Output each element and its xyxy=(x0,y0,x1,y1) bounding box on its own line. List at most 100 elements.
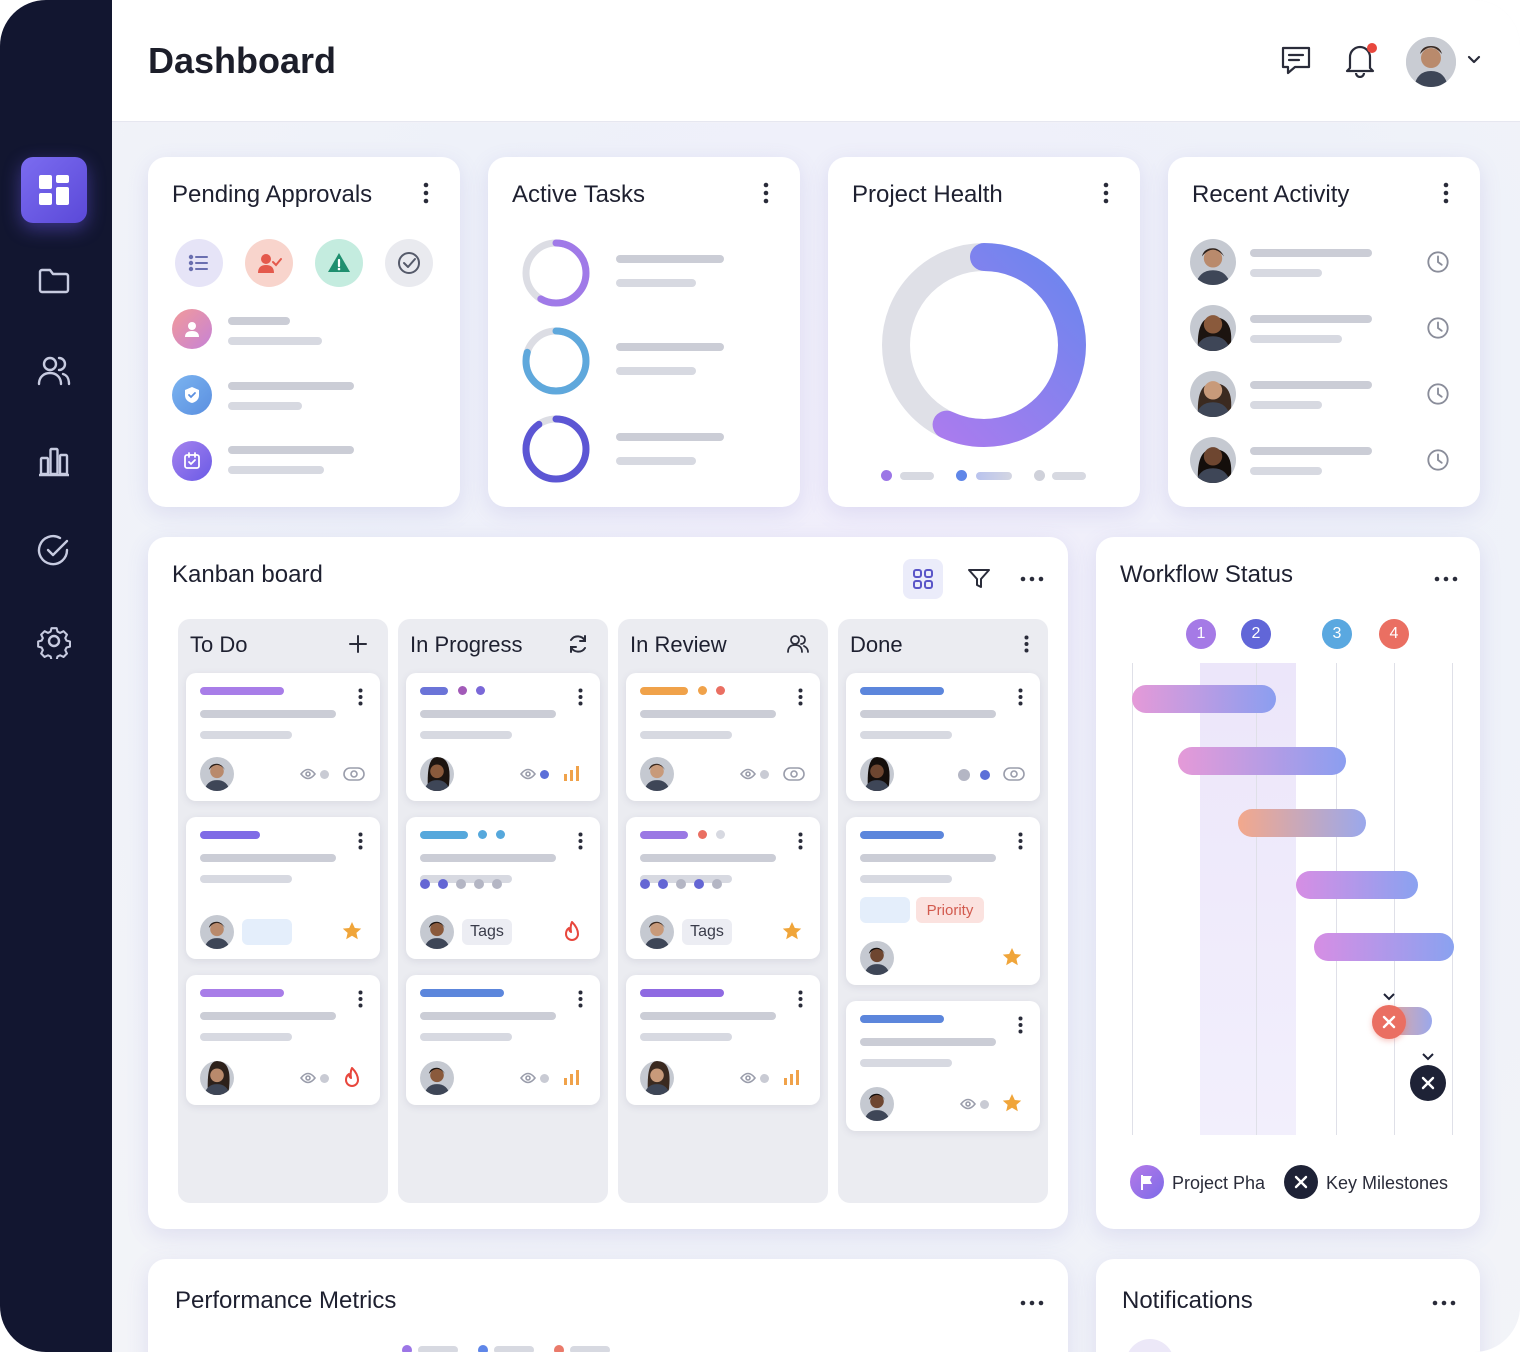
task-card[interactable] xyxy=(626,975,820,1105)
sidebar-item-analytics[interactable] xyxy=(21,428,87,494)
check-circle-icon xyxy=(37,534,69,566)
task-menu-button[interactable] xyxy=(1008,685,1032,709)
warning-icon xyxy=(328,253,350,272)
status-dot xyxy=(980,770,990,780)
alert-filter-button[interactable] xyxy=(315,239,363,287)
placeholder-line xyxy=(640,854,776,862)
assignee-avatar[interactable] xyxy=(420,757,454,791)
watchers-icon xyxy=(736,762,760,786)
column-menu-button[interactable] xyxy=(1012,630,1040,658)
task-card[interactable] xyxy=(186,817,380,959)
placeholder-line xyxy=(200,875,292,883)
task-menu-button[interactable] xyxy=(788,987,812,1011)
approved-filter-button[interactable] xyxy=(385,239,433,287)
task-menu-button[interactable] xyxy=(568,829,592,853)
messages-button[interactable] xyxy=(1276,40,1316,80)
task-card[interactable] xyxy=(406,673,600,801)
task-menu-button[interactable] xyxy=(568,987,592,1011)
assignee-avatar[interactable] xyxy=(860,941,894,975)
workflow-menu-button[interactable] xyxy=(1430,563,1462,595)
card-menu-button[interactable] xyxy=(414,181,438,205)
sidebar-item-projects[interactable] xyxy=(21,248,87,314)
filter-button[interactable] xyxy=(963,563,995,595)
task-menu-button[interactable] xyxy=(568,685,592,709)
milestone-marker[interactable] xyxy=(1372,1005,1406,1039)
notifications-menu-button[interactable] xyxy=(1428,1287,1460,1319)
card-menu-button[interactable] xyxy=(1094,181,1118,205)
workflow-step[interactable]: 3 xyxy=(1322,619,1352,649)
sidebar-item-tasks[interactable] xyxy=(21,518,87,584)
assignee-avatar[interactable] xyxy=(640,1061,674,1095)
task-card[interactable] xyxy=(626,673,820,801)
assignee-avatar[interactable] xyxy=(420,915,454,949)
grid-view-button[interactable] xyxy=(903,559,943,599)
performance-menu-button[interactable] xyxy=(1016,1287,1048,1319)
milestone-marker[interactable] xyxy=(1410,1065,1446,1101)
assignee-avatar[interactable] xyxy=(640,915,674,949)
activity-time-icon xyxy=(1426,382,1450,406)
assignee-avatar[interactable] xyxy=(200,1061,234,1095)
assignee-avatar[interactable] xyxy=(640,757,674,791)
sidebar-item-settings[interactable] xyxy=(21,608,87,674)
star-icon[interactable] xyxy=(340,919,364,943)
card-menu-button[interactable] xyxy=(1434,181,1458,205)
task-menu-button[interactable] xyxy=(788,829,812,853)
notification-avatar xyxy=(1126,1339,1174,1352)
more-vertical-icon xyxy=(798,832,802,850)
star-icon[interactable] xyxy=(1000,1091,1024,1115)
phase-bar[interactable] xyxy=(1314,933,1454,961)
sidebar-item-team[interactable] xyxy=(21,338,87,404)
task-card[interactable]: Priority xyxy=(846,817,1040,985)
star-icon[interactable] xyxy=(1000,945,1024,969)
task-card[interactable] xyxy=(406,975,600,1105)
placeholder-line xyxy=(1250,249,1372,257)
priority-chip[interactable]: Priority xyxy=(916,897,984,923)
phase-bar[interactable] xyxy=(1178,747,1346,775)
eye-icon xyxy=(740,768,756,780)
assignee-avatar[interactable] xyxy=(420,1061,454,1095)
list-filter-button[interactable] xyxy=(175,239,223,287)
card-menu-button[interactable] xyxy=(754,181,778,205)
task-card[interactable] xyxy=(186,673,380,801)
assignee-avatar[interactable] xyxy=(860,1087,894,1121)
approval-avatar xyxy=(172,309,212,349)
assignee-avatar[interactable] xyxy=(860,757,894,791)
workflow-step[interactable]: 2 xyxy=(1241,619,1271,649)
check-circle-icon xyxy=(398,252,420,274)
task-menu-button[interactable] xyxy=(348,685,372,709)
task-card[interactable] xyxy=(186,975,380,1105)
placeholder-line xyxy=(640,1033,732,1041)
task-menu-button[interactable] xyxy=(1008,1013,1032,1037)
legend-label: Key Milestones xyxy=(1326,1173,1449,1193)
workflow-step[interactable]: 1 xyxy=(1186,619,1216,649)
tag-chip[interactable]: Tags xyxy=(462,919,512,945)
kanban-menu-button[interactable] xyxy=(1016,563,1048,595)
task-card[interactable] xyxy=(846,1001,1040,1131)
refresh-button[interactable] xyxy=(564,630,592,658)
phase-bar[interactable] xyxy=(1296,871,1418,899)
task-card[interactable]: Tags xyxy=(626,817,820,959)
tag-chip[interactable]: Tags xyxy=(682,919,732,945)
sidebar-item-dashboard[interactable] xyxy=(21,157,87,223)
task-menu-button[interactable] xyxy=(788,685,812,709)
phase-bar[interactable] xyxy=(1132,685,1276,713)
add-task-button[interactable] xyxy=(344,630,372,658)
notifications-button[interactable] xyxy=(1340,40,1380,80)
user-menu-toggle[interactable] xyxy=(1462,40,1486,80)
task-menu-button[interactable] xyxy=(1008,829,1032,853)
task-menu-button[interactable] xyxy=(348,829,372,853)
workflow-step[interactable]: 4 xyxy=(1379,619,1409,649)
task-card[interactable]: Tags xyxy=(406,817,600,959)
task-card[interactable] xyxy=(846,673,1040,801)
assignees-button[interactable] xyxy=(784,630,812,658)
user-avatar[interactable] xyxy=(1406,37,1456,87)
assignee-avatar[interactable] xyxy=(200,757,234,791)
assignee-avatar[interactable] xyxy=(200,915,234,949)
views-icon xyxy=(1000,762,1028,786)
user-approval-button[interactable] xyxy=(245,239,293,287)
label-dot xyxy=(476,686,485,695)
phase-bar[interactable] xyxy=(1238,809,1366,837)
eye-icon xyxy=(300,1072,316,1084)
task-menu-button[interactable] xyxy=(348,987,372,1011)
placeholder-line xyxy=(228,402,302,410)
